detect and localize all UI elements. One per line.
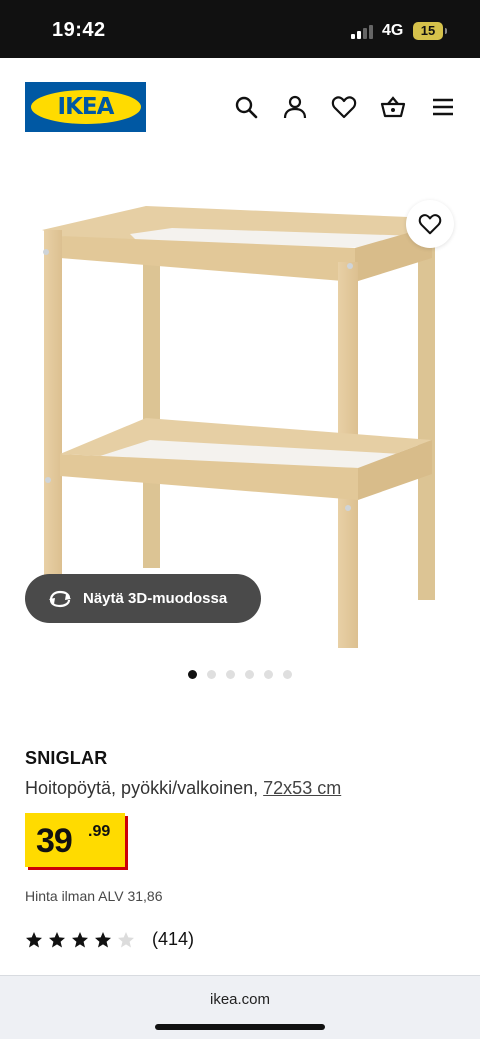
rating-stars: [25, 931, 140, 949]
signal-icon: [351, 24, 375, 39]
price-decimal: .99: [88, 823, 111, 840]
battery-icon: 15: [413, 22, 447, 40]
add-to-favourites-button[interactable]: [406, 200, 454, 248]
ikea-logo[interactable]: IKEA: [25, 82, 146, 132]
search-icon[interactable]: [233, 94, 259, 120]
star-filled-icon: [26, 931, 42, 947]
heart-icon: [418, 214, 442, 235]
product-description: Hoitopöytä, pyökki/valkoinen, 72x53 cm: [25, 778, 341, 799]
review-count: (414): [152, 929, 195, 949]
product-size-link[interactable]: 72x53 cm: [263, 778, 341, 798]
price-tag: 39 .99: [25, 813, 125, 867]
star-empty-icon: [118, 931, 134, 947]
gallery-dot[interactable]: [226, 670, 235, 679]
product-name: SNIGLAR: [25, 748, 108, 768]
price-without-vat: Hinta ilman ALV 31,86: [25, 888, 163, 904]
price-integer: 39: [36, 822, 73, 860]
star-filled-icon: [72, 931, 88, 947]
product-description-text: Hoitopöytä, pyökki/valkoinen,: [25, 778, 259, 798]
url-label[interactable]: ikea.com: [0, 991, 480, 1008]
heart-icon[interactable]: [331, 94, 357, 120]
gallery-dot[interactable]: [245, 670, 254, 679]
basket-icon[interactable]: [380, 94, 406, 120]
star-filled-icon: [95, 931, 111, 947]
logo-text: IKEA: [57, 94, 115, 120]
network-label: 4G: [382, 22, 404, 39]
status-time: 19:42: [52, 19, 106, 41]
logo-oval: IKEA: [30, 90, 141, 124]
browser-address-bar[interactable]: ikea.com: [0, 975, 480, 1039]
view-3d-button[interactable]: Näytä 3D-muodossa: [25, 574, 261, 623]
rotate-3d-icon: [49, 590, 71, 607]
user-icon[interactable]: [282, 94, 308, 120]
menu-icon[interactable]: [430, 94, 456, 120]
star-filled-icon: [49, 931, 65, 947]
gallery-dot[interactable]: [283, 670, 292, 679]
gallery-dot[interactable]: [207, 670, 216, 679]
product-rating[interactable]: (414): [25, 929, 194, 950]
site-header: IKEA: [0, 58, 480, 158]
gallery-dot[interactable]: [188, 670, 197, 679]
gallery-dot[interactable]: [264, 670, 273, 679]
home-indicator: [155, 1024, 325, 1030]
view-3d-label: Näytä 3D-muodossa: [83, 590, 228, 607]
gallery-pagination: [0, 670, 480, 680]
status-bar: 19:42 4G 15: [0, 0, 480, 58]
